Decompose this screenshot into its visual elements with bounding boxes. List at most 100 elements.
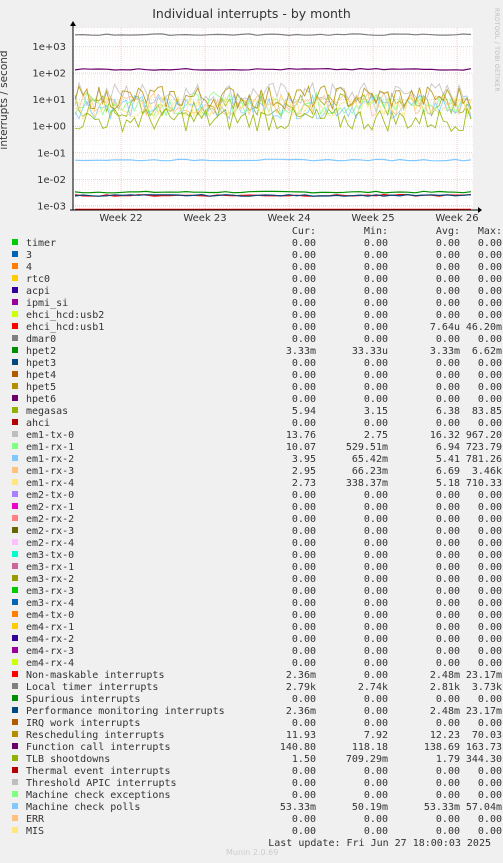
legend-avg-value: 0.00: [435, 382, 460, 393]
legend-min-value: 0.00: [363, 526, 388, 537]
legend-min-value: 0.00: [363, 382, 388, 393]
legend-swatch: [12, 754, 26, 766]
legend-swatch: [12, 418, 26, 430]
legend-row: hpet4 0.00 0.00 0.00 0.00: [12, 370, 502, 382]
legend-color-swatch: [12, 275, 18, 281]
legend-min-value: 7.92: [363, 730, 388, 741]
legend-row: em3-rx-1 0.00 0.00 0.00 0.00: [12, 562, 502, 574]
legend-color-swatch: [12, 755, 18, 761]
legend-min-value: 50.19m: [351, 802, 388, 813]
legend-cur-value: 0.00: [291, 298, 316, 309]
legend-row: em4-rx-4 0.00 0.00 0.00 0.00: [12, 658, 502, 670]
legend-cur-value: 0.00: [291, 334, 316, 345]
legend-avg-value: 138.69: [423, 742, 460, 753]
legend-series-name: em3-rx-3: [26, 586, 75, 597]
legend-min-value: 66.23m: [351, 466, 388, 477]
legend-avg-value: 0.00: [435, 286, 460, 297]
y-tick-labels: 1e-03 1e-02 1e-01 1e+00 1e+01 1e+02 1e+03: [32, 42, 66, 212]
legend-cur-value: 0.00: [291, 370, 316, 381]
legend-swatch: [12, 706, 26, 718]
legend-swatch: [12, 826, 26, 838]
legend-row: em3-rx-3 0.00 0.00 0.00 0.00: [12, 586, 502, 598]
legend-series-name: em3-rx-4: [26, 598, 75, 609]
y-tick-label: 1e+03: [32, 42, 66, 53]
legend-header-min: Min:: [363, 226, 388, 237]
legend-swatch: [12, 346, 26, 358]
legend-cur-value: 11.93: [285, 730, 316, 741]
legend-swatch: [12, 334, 26, 346]
legend-min-value: 0.00: [363, 550, 388, 561]
legend-color-swatch: [12, 827, 18, 833]
legend-series-name: em4-rx-4: [26, 658, 75, 669]
legend-min-value: 0.00: [363, 658, 388, 669]
legend-series-name: em2-rx-2: [26, 514, 75, 525]
legend-avg-value: 7.64u: [429, 322, 460, 333]
legend-cur-value: 0.00: [291, 550, 316, 561]
legend-max-value: 70.03: [471, 730, 502, 741]
legend-max-value: 0.00: [477, 766, 502, 777]
legend-min-value: 0.00: [363, 322, 388, 333]
legend-header-cur: Cur:: [291, 226, 316, 237]
legend-max-value: 0.00: [477, 718, 502, 729]
legend-min-value: 2.74k: [357, 682, 388, 693]
legend-series-name: hpet3: [26, 358, 57, 369]
y-tick-label: 1e-03: [37, 201, 66, 212]
legend-min-value: 33.33u: [351, 346, 388, 357]
legend-swatch: [12, 814, 26, 826]
legend-row: dmar0 0.00 0.00 0.00 0.00: [12, 334, 502, 346]
chart-plot: 1e-03 1e-02 1e-01 1e+00 1e+01 1e+02 1e+03 Week…: [32, 21, 482, 224]
legend-avg-value: 0.00: [435, 250, 460, 261]
legend-cur-value: 0.00: [291, 766, 316, 777]
legend-color-swatch: [12, 311, 18, 317]
legend-min-value: 0.00: [363, 598, 388, 609]
legend-min-value: 0.00: [363, 634, 388, 645]
legend-avg-value: 1.79: [435, 754, 460, 765]
legend-swatch: [12, 250, 26, 262]
legend-avg-value: 0.00: [435, 778, 460, 789]
legend-color-swatch: [12, 455, 18, 461]
legend-swatch: [12, 682, 26, 694]
legend-avg-value: 0.00: [435, 334, 460, 345]
legend-max-value: 0.00: [477, 274, 502, 285]
legend-max-value: 0.00: [477, 382, 502, 393]
legend-cur-value: 0.00: [291, 586, 316, 597]
legend-series-name: 4: [26, 262, 33, 273]
legend-cur-value: 0.00: [291, 394, 316, 405]
legend-cur-value: 0.00: [291, 790, 316, 801]
legend-row: Non-maskable interrupts 2.36m 0.00 2.48m 23.…: [12, 670, 502, 682]
legend-table: Cur: Min: Avg: Max: timer 0.00 0.00 0.00 0.0…: [12, 226, 502, 838]
legend-color-swatch: [12, 395, 18, 401]
legend-avg-value: 0.00: [435, 298, 460, 309]
legend-max-value: 0.00: [477, 238, 502, 249]
legend-cur-value: 0.00: [291, 490, 316, 501]
legend-series-name: em3-rx-1: [26, 562, 75, 573]
legend-min-value: 0.00: [363, 502, 388, 513]
legend-swatch: [12, 274, 26, 286]
legend-color-swatch: [12, 791, 18, 797]
legend-avg-value: 0.00: [435, 514, 460, 525]
x-tick-labels: Week 22 Week 23 Week 24 Week 25 Week 26: [99, 213, 478, 224]
legend-cur-value: 0.00: [291, 598, 316, 609]
legend-avg-value: 0.00: [435, 598, 460, 609]
legend-swatch: [12, 238, 26, 250]
legend-series-name: em2-rx-1: [26, 502, 75, 513]
legend-color-swatch: [12, 695, 18, 701]
legend-color-swatch: [12, 503, 18, 509]
legend-cur-value: 0.00: [291, 274, 316, 285]
legend-min-value: 0.00: [363, 358, 388, 369]
legend-cur-value: 0.00: [291, 238, 316, 249]
legend-cur-value: 0.00: [291, 778, 316, 789]
legend-color-swatch: [12, 323, 18, 329]
legend-cur-value: 3.95: [291, 454, 316, 465]
legend-avg-value: 0.00: [435, 658, 460, 669]
legend-avg-value: 2.48m: [429, 706, 460, 717]
legend-avg-value: 0.00: [435, 418, 460, 429]
y-tick-label: 1e+00: [32, 122, 66, 133]
legend-max-value: 0.00: [477, 514, 502, 525]
legend-row: Function call interrupts 140.80 118.18 138.…: [12, 742, 502, 754]
legend-color-swatch: [12, 587, 18, 593]
legend-avg-value: 0.00: [435, 310, 460, 321]
legend-row: em3-rx-2 0.00 0.00 0.00 0.00: [12, 574, 502, 586]
legend-min-value: 0.00: [363, 562, 388, 573]
legend-avg-value: 0.00: [435, 766, 460, 777]
